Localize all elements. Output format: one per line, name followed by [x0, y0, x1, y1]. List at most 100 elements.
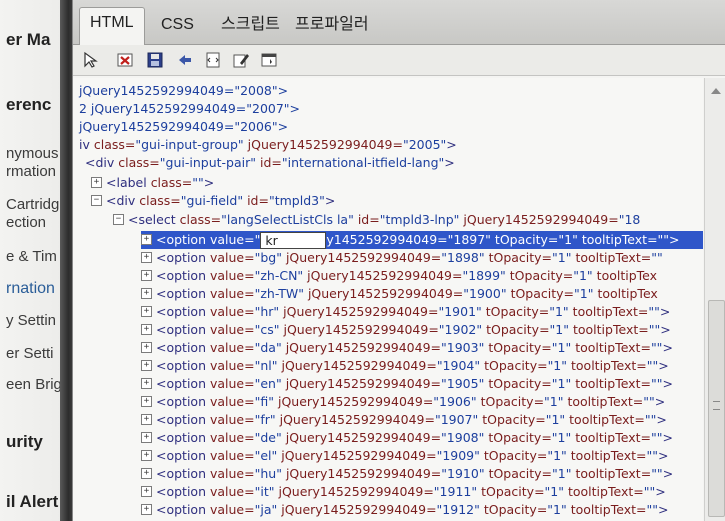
code-token-val: "": [651, 466, 663, 481]
code-token-tag: <div: [106, 193, 140, 208]
expand-icon[interactable]: +: [141, 396, 152, 407]
code-token-val: "1": [551, 430, 576, 445]
code-token-tag: >: [662, 376, 673, 391]
background-menu-item: er Ma: [6, 30, 51, 49]
clear-icon[interactable]: [115, 50, 135, 70]
code-token-attr: tooltipText=: [570, 448, 647, 463]
code-token-val: "": [648, 322, 661, 337]
tree-node[interactable]: + <option value="en" jQuery1452592994049=…: [141, 375, 673, 393]
code-token-plain: 2 jQuery1452592994049="2007">: [79, 101, 301, 116]
expand-icon[interactable]: +: [141, 432, 152, 443]
tree-node[interactable]: + <option value="cs" jQuery1452592994049=…: [141, 321, 671, 339]
code-token-val: "1909": [436, 448, 484, 463]
code-token-plain: jQuery1452592994049="2006">: [79, 119, 289, 134]
tree-node[interactable]: + <label class="">: [91, 174, 214, 192]
code-token-attr: id=: [357, 212, 380, 227]
tab-profiler[interactable]: 프로파일러: [285, 10, 379, 44]
expand-icon[interactable]: +: [141, 360, 152, 371]
dom-icon[interactable]: [203, 50, 223, 70]
tree-node[interactable]: + <option value="de" jQuery1452592994049=…: [141, 429, 673, 447]
tree-node[interactable]: + <option value="zh-CN" jQuery14525929940…: [141, 267, 657, 285]
tree-node[interactable]: + <option value="ja" jQuery1452592994049=…: [141, 501, 668, 519]
html-tree-panel: jQuery1452592994049="2008"> 2 jQuery14525…: [73, 78, 703, 521]
collapse-icon[interactable]: −: [91, 195, 102, 206]
code-token-val: "1": [574, 286, 598, 301]
refresh-icon[interactable]: [175, 50, 195, 70]
expand-icon[interactable]: +: [91, 177, 102, 188]
code-token-tag: <option: [156, 484, 210, 499]
code-token-attr: class=: [150, 175, 193, 190]
expand-icon[interactable]: +: [141, 342, 152, 353]
expand-icon[interactable]: +: [141, 378, 152, 389]
tab-css[interactable]: CSS: [151, 10, 204, 44]
expand-icon[interactable]: +: [141, 270, 152, 281]
code-token-attr: tooltipText=: [575, 376, 651, 391]
code-token-attr: jQuery1452592994049=: [281, 448, 437, 463]
code-token-attr: tOpacity=: [483, 448, 548, 463]
tree-node[interactable]: <div class="gui-input-pair" id="internat…: [85, 154, 455, 172]
expand-icon[interactable]: +: [141, 234, 152, 245]
edit-icon[interactable]: [231, 50, 251, 70]
code-token-tag: >: [660, 322, 671, 337]
code-token-tag: >: [662, 430, 673, 445]
tree-node[interactable]: − <select class="langSelectListCls la" id…: [113, 211, 640, 229]
code-token-val: "nl": [254, 358, 282, 373]
expand-icon[interactable]: +: [141, 414, 152, 425]
tab-script[interactable]: 스크립트: [211, 10, 290, 44]
code-token-attr: value=: [209, 376, 255, 391]
tree-node[interactable]: − <div class="gui-field" id="tmpld3">: [91, 192, 335, 210]
code-token-attr: tooltipText=: [570, 502, 647, 517]
tree-node[interactable]: + <option value="nl" jQuery1452592994049=…: [141, 357, 669, 375]
tree-node[interactable]: jQuery1452592994049="2008">: [79, 82, 288, 100]
code-token-attr: jQuery1452592994049=: [285, 250, 442, 265]
tree-node[interactable]: + <option value="hu" jQuery1452592994049=…: [141, 465, 673, 483]
tree-scrollbar[interactable]: [704, 78, 725, 521]
tab-html[interactable]: HTML: [79, 7, 145, 45]
code-token-val: "el": [254, 448, 282, 463]
expand-icon[interactable]: +: [141, 306, 152, 317]
code-token-tag: <option: [156, 322, 210, 337]
expand-icon[interactable]: +: [141, 324, 152, 335]
expand-icon[interactable]: +: [141, 504, 152, 515]
view-source-icon[interactable]: [259, 50, 279, 70]
tree-node[interactable]: + <option value="hr" jQuery1452592994049=…: [141, 303, 670, 321]
code-token-attr: value=: [209, 484, 255, 499]
tree-node-selected[interactable]: + <option value=" kr y1452592994049="1897" …: [141, 231, 703, 249]
code-token-tag: >: [659, 304, 671, 319]
scroll-up-arrow-icon[interactable]: [711, 88, 721, 94]
code-token-tag: >: [662, 340, 673, 355]
tree-node[interactable]: + <option value="bg" jQuery1452592994049=…: [141, 249, 663, 267]
background-menu-item: ection: [6, 214, 47, 231]
expand-icon[interactable]: +: [141, 252, 152, 263]
expand-icon[interactable]: +: [141, 468, 152, 479]
expand-icon[interactable]: +: [141, 288, 152, 299]
code-token-tag: <div: [85, 155, 119, 170]
tree-node[interactable]: iv class="gui-input-group" jQuery1452592…: [79, 136, 457, 154]
tree-node[interactable]: + <option value="zh-TW" jQuery14525929940…: [141, 285, 658, 303]
save-icon[interactable]: [145, 50, 165, 70]
tree-node[interactable]: 2 jQuery1452592994049="2007">: [79, 100, 300, 118]
tree-node[interactable]: + <option value="fi" jQuery1452592994049=…: [141, 393, 665, 411]
select-element-icon[interactable]: [81, 50, 101, 70]
code-token-attr: tOpacity=: [494, 232, 559, 247]
tree-node[interactable]: + <option value="it" jQuery1452592994049=…: [141, 483, 666, 501]
background-menu-item: il Alert: [6, 492, 59, 511]
code-token-tag: >: [662, 466, 674, 481]
devtools-toolbar: [73, 45, 725, 76]
code-token-val: "1905": [441, 376, 489, 391]
code-token-tag: <option: [156, 304, 210, 319]
inline-edit-field[interactable]: kr: [260, 232, 327, 249]
tree-node[interactable]: jQuery1452592994049="2006">: [79, 118, 288, 136]
tree-node[interactable]: + <option value="fr" jQuery1452592994049=…: [141, 411, 667, 429]
tree-node[interactable]: + <option value="el" jQuery1452592994049=…: [141, 447, 668, 465]
expand-icon[interactable]: +: [141, 486, 152, 497]
code-token-tag: <option: [156, 430, 210, 445]
scroll-thumb[interactable]: [708, 300, 725, 517]
code-token-attr: jQuery1452592994049=: [285, 430, 442, 445]
expand-icon[interactable]: +: [141, 450, 152, 461]
collapse-icon[interactable]: −: [113, 214, 124, 225]
code-token-attr: tOpacity=: [482, 412, 546, 427]
code-token-tag: >: [658, 358, 669, 373]
code-token-val: "1": [547, 448, 571, 463]
tree-node[interactable]: + <option value="da" jQuery1452592994049=…: [141, 339, 673, 357]
